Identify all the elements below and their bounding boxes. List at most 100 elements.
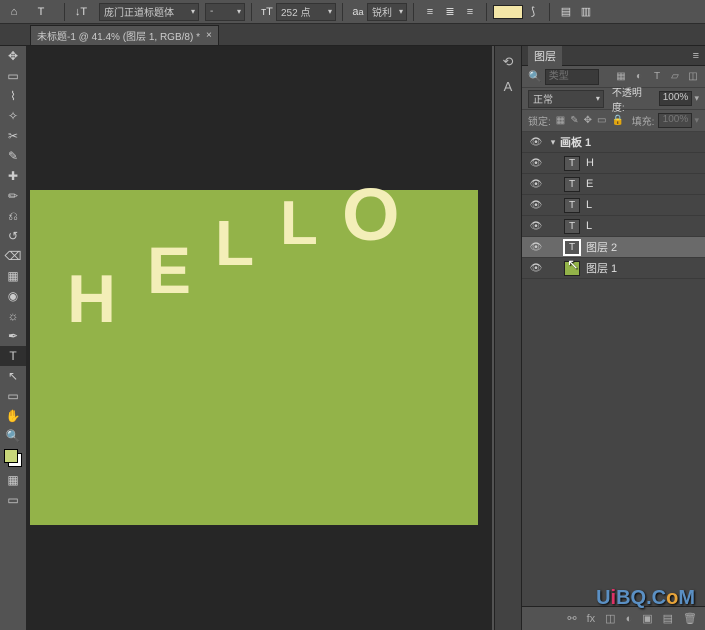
type-layer-icon[interactable]: T xyxy=(564,156,580,171)
visibility-toggle[interactable]: 👁 xyxy=(526,200,546,211)
lock-artboard-icon[interactable]: ▭ xyxy=(597,115,606,126)
font-size-dropdown[interactable]: 252 点 xyxy=(276,3,336,21)
disclosure-triangle[interactable]: ▾ xyxy=(546,137,560,148)
layer-row[interactable]: 👁 TL xyxy=(522,195,705,216)
blur-tool[interactable]: ◉ xyxy=(0,286,26,306)
visibility-toggle[interactable]: 👁 xyxy=(526,242,546,253)
zoom-tool[interactable]: 🔍 xyxy=(0,426,26,446)
layer-name[interactable]: 图层 2 xyxy=(586,239,617,255)
layer-name[interactable]: H xyxy=(586,157,594,169)
layer-row[interactable]: 👁 TL xyxy=(522,216,705,237)
hand-tool[interactable]: ✋ xyxy=(0,406,26,426)
font-family-dropdown[interactable]: 庞门正道标题体 xyxy=(99,3,199,21)
filter-adjust-icon[interactable]: ◐ xyxy=(633,71,645,82)
type-layer-icon[interactable]: T xyxy=(564,198,580,213)
close-icon[interactable]: × xyxy=(206,30,212,41)
layer-row[interactable]: 👁▾画板 1 xyxy=(522,132,705,153)
separator xyxy=(64,3,65,21)
screen-mode-button[interactable]: ▭ xyxy=(0,490,26,510)
home-icon[interactable]: ⌂ xyxy=(4,3,24,21)
layer-name[interactable]: L xyxy=(586,199,592,211)
dodge-tool[interactable]: ☼ xyxy=(0,306,26,326)
layer-row[interactable]: 👁 T 图层 2 xyxy=(522,237,705,258)
document-tab[interactable]: 未标题-1 @ 41.4% (图层 1, RGB/8) * × xyxy=(30,25,219,45)
mask-button[interactable]: ◫ xyxy=(605,612,615,625)
type-layer-icon[interactable]: T xyxy=(564,177,580,192)
visibility-toggle[interactable]: 👁 xyxy=(526,137,546,148)
align-right-button[interactable]: ≡ xyxy=(460,3,480,21)
text-letter-h[interactable]: H xyxy=(67,260,116,338)
layer-row[interactable]: 👁 TH xyxy=(522,153,705,174)
group-button[interactable]: ▣ xyxy=(642,612,652,625)
artboard[interactable]: H E L L O xyxy=(30,190,478,525)
type-tool[interactable]: T xyxy=(0,346,26,366)
layers-tab[interactable]: 图层 xyxy=(528,46,562,66)
lock-trans-icon[interactable]: ▦ xyxy=(556,115,565,126)
eyedropper-tool[interactable]: ✎ xyxy=(0,146,26,166)
layer-row[interactable]: 👁 图层 1 xyxy=(522,258,705,279)
move-tool[interactable]: ✥ xyxy=(0,46,26,66)
opacity-value[interactable]: 100% xyxy=(659,91,693,106)
antialias-dropdown[interactable]: 锐利 xyxy=(367,3,407,21)
color-swatches[interactable] xyxy=(4,449,22,467)
layer-filter-input[interactable] xyxy=(545,69,599,85)
align-left-button[interactable]: ≡ xyxy=(420,3,440,21)
visibility-toggle[interactable]: 👁 xyxy=(526,158,546,169)
char-panel-icon[interactable]: A xyxy=(498,76,518,96)
layer-name[interactable]: L xyxy=(586,220,592,232)
pen-tool[interactable]: ✒ xyxy=(0,326,26,346)
visibility-toggle[interactable]: 👁 xyxy=(526,263,546,274)
type-layer-icon[interactable]: T xyxy=(564,219,580,234)
link-layers-button[interactable]: ⚯ xyxy=(567,612,576,625)
para-panel-button[interactable]: ▥ xyxy=(576,3,596,21)
adjustment-button[interactable]: ◐ xyxy=(626,613,633,625)
lasso-tool[interactable]: ⌇ xyxy=(0,86,26,106)
history-brush-tool[interactable]: ↺ xyxy=(0,226,26,246)
text-letter-e[interactable]: E xyxy=(147,232,191,308)
fx-button[interactable]: fx xyxy=(587,613,596,625)
lock-pos-icon[interactable]: ✥ xyxy=(584,115,592,126)
text-color-swatch[interactable] xyxy=(493,5,523,19)
filter-smart-icon[interactable]: ◫ xyxy=(687,71,699,82)
type-layer-icon[interactable]: T xyxy=(564,240,580,255)
layer-row[interactable]: 👁 TE xyxy=(522,174,705,195)
char-panel-button[interactable]: ▤ xyxy=(556,3,576,21)
orientation-icon[interactable]: ↓T xyxy=(71,3,91,21)
eraser-tool[interactable]: ⌫ xyxy=(0,246,26,266)
wand-tool[interactable]: ✧ xyxy=(0,106,26,126)
font-style-dropdown[interactable]: - xyxy=(205,3,245,21)
layer-name[interactable]: 图层 1 xyxy=(586,260,617,276)
layer-name[interactable]: E xyxy=(586,178,593,190)
marquee-tool[interactable]: ▭ xyxy=(0,66,26,86)
brush-tool[interactable]: ✏ xyxy=(0,186,26,206)
crop-tool[interactable]: ✂ xyxy=(0,126,26,146)
gradient-tool[interactable]: ▦ xyxy=(0,266,26,286)
lock-all-icon[interactable]: 🔒 xyxy=(611,115,623,126)
shape-tool[interactable]: ▭ xyxy=(0,386,26,406)
stamp-tool[interactable]: ⎌ xyxy=(0,206,26,226)
path-tool[interactable]: ↖ xyxy=(0,366,26,386)
quick-mask-button[interactable]: ▦ xyxy=(0,470,26,490)
visibility-toggle[interactable]: 👁 xyxy=(526,221,546,232)
filter-pixel-icon[interactable]: ▦ xyxy=(615,71,627,82)
pixel-layer-thumb[interactable] xyxy=(564,261,580,276)
history-panel-icon[interactable]: ⟲ xyxy=(498,52,518,72)
text-letter-o[interactable]: O xyxy=(342,172,400,257)
text-letter-l1[interactable]: L xyxy=(215,206,254,280)
layer-list[interactable]: 👁▾画板 1👁TH👁TE👁TL👁TL👁T图层 2👁图层 1 xyxy=(522,132,705,606)
filter-type-icon[interactable]: T xyxy=(651,71,663,82)
visibility-toggle[interactable]: 👁 xyxy=(526,179,546,190)
chevron-down-icon[interactable]: ▾ xyxy=(694,93,699,104)
blend-mode-dropdown[interactable]: 正常 xyxy=(528,90,604,108)
heal-tool[interactable]: ✚ xyxy=(0,166,26,186)
panel-menu-icon[interactable]: ≡ xyxy=(693,50,699,62)
filter-shape-icon[interactable]: ▱ xyxy=(669,71,681,82)
canvas-area[interactable]: H E L L O xyxy=(26,46,492,630)
layer-name[interactable]: 画板 1 xyxy=(560,134,591,150)
align-center-button[interactable]: ≣ xyxy=(440,3,460,21)
text-letter-l2[interactable]: L xyxy=(280,188,318,259)
lock-paint-icon[interactable]: ✎ xyxy=(570,115,578,126)
new-layer-button[interactable]: ▤ xyxy=(663,612,673,625)
warp-text-button[interactable]: ⟆ xyxy=(523,3,543,21)
delete-layer-button[interactable]: 🗑 xyxy=(683,612,697,625)
